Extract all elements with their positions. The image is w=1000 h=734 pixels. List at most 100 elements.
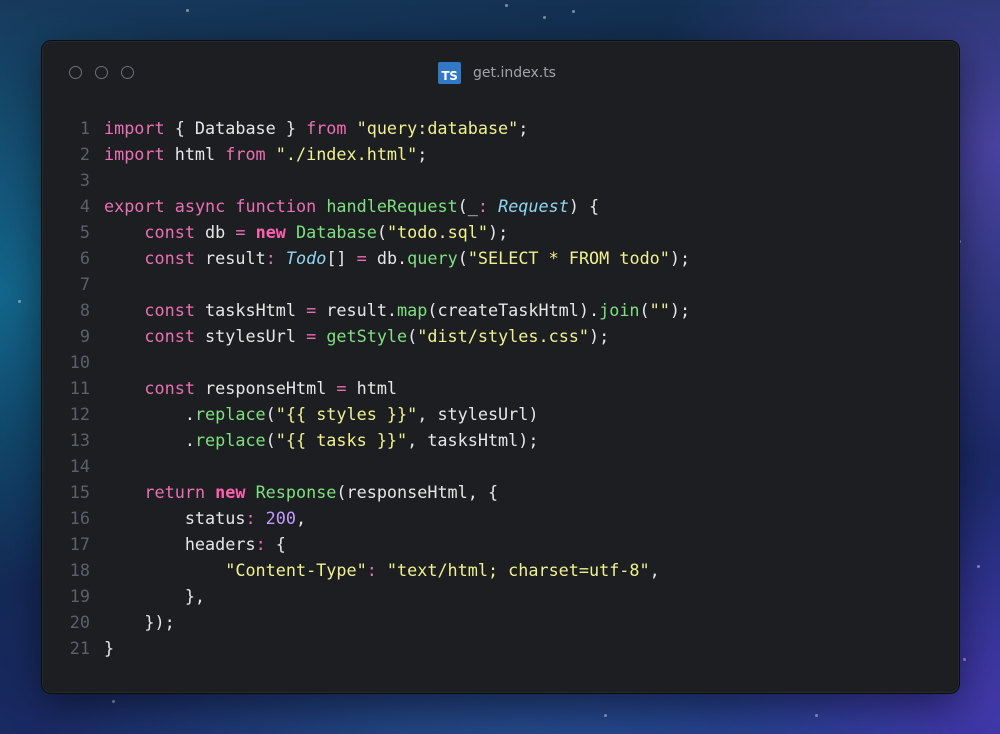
code-token: ; <box>518 118 529 138</box>
code-token: replace <box>194 430 266 450</box>
code-token: ( <box>457 248 468 268</box>
code-line: 6 const result: Todo[] = db.query("SELEC… <box>42 245 959 271</box>
background-star <box>977 565 980 568</box>
code-token: const <box>144 326 195 346</box>
code-text: const db = new Database("todo.sql"); <box>104 219 508 245</box>
code-token: result <box>194 248 266 268</box>
code-token: , <box>649 560 660 580</box>
code-token: new <box>255 222 286 242</box>
code-token: status <box>104 508 246 528</box>
code-token: ); <box>589 326 610 346</box>
file-tab[interactable]: TS get.index.ts <box>438 62 556 84</box>
code-token: "text/html; charset=utf-8" <box>386 560 650 580</box>
code-token: Response <box>255 482 337 502</box>
line-number: 7 <box>79 274 90 294</box>
code-token: map <box>397 300 428 320</box>
line-number: 20 <box>69 612 90 632</box>
code-token: const <box>144 300 195 320</box>
code-line: 11 const responseHtml = html <box>42 375 959 401</box>
code-token: (createTaskHtml). <box>427 300 600 320</box>
line-number: 19 <box>69 586 90 606</box>
code-token: , tasksHtml); <box>407 430 539 450</box>
code-token: { Database } <box>164 118 307 138</box>
code-line: 5 const db = new Database("todo.sql"); <box>42 219 959 245</box>
code-token: . <box>104 404 195 424</box>
code-token: ( <box>376 222 387 242</box>
code-line: 9 const stylesUrl = getStyle("dist/style… <box>42 323 959 349</box>
code-token: function <box>235 196 317 216</box>
maximize-window-button[interactable] <box>121 66 134 79</box>
code-line: 2 import html from "./index.html"; <box>42 141 959 167</box>
code-text: import { Database } from "query:database… <box>104 115 528 141</box>
code-token: html <box>164 144 226 164</box>
code-text: }); <box>104 609 174 635</box>
code-token: "" <box>649 300 670 320</box>
code-token: ( <box>639 300 650 320</box>
code-token: ); <box>669 248 691 268</box>
code-line: 17 headers: { <box>42 531 959 557</box>
code-text: const tasksHtml = result.map(createTaskH… <box>104 297 690 323</box>
code-token: return <box>144 482 206 502</box>
code-token: const <box>144 248 195 268</box>
line-number: 11 <box>69 378 90 398</box>
code-token: "todo.sql" <box>386 222 488 242</box>
line-number: 8 <box>79 300 90 320</box>
code-editor[interactable]: 1 import { Database } from "query:databas… <box>42 115 959 661</box>
code-token: headers <box>104 534 256 554</box>
code-token: ( <box>265 430 276 450</box>
code-token: (responseHtml, { <box>336 482 499 502</box>
file-name: get.index.ts <box>473 65 556 81</box>
code-text: } <box>104 635 114 661</box>
background-star <box>18 300 21 303</box>
code-token: Database <box>296 222 377 242</box>
code-line: 21} <box>42 635 959 661</box>
close-window-button[interactable] <box>69 66 82 79</box>
code-line: 1 import { Database } from "query:databas… <box>42 115 959 141</box>
code-token: import <box>104 144 165 164</box>
background-star <box>815 714 818 717</box>
code-token: : <box>265 248 276 268</box>
code-token: = <box>356 248 367 268</box>
window-titlebar: TS get.index.ts <box>42 41 959 105</box>
code-token: const <box>144 222 195 242</box>
code-token: "SELECT * FROM todo" <box>467 248 670 268</box>
line-number: 13 <box>69 430 90 450</box>
code-line: 18 "Content-Type": "text/html; charset=u… <box>42 557 959 583</box>
code-token: query <box>407 248 458 268</box>
code-token: ) { <box>568 196 600 216</box>
code-line: 15 return new Response(responseHtml, { <box>42 479 959 505</box>
code-token: : <box>477 196 488 216</box>
code-token: const <box>144 378 195 398</box>
code-token: tasksHtml <box>194 300 307 320</box>
code-token: db <box>194 222 236 242</box>
line-number: 17 <box>69 534 90 554</box>
line-number: 3 <box>79 170 90 190</box>
code-text: }, <box>104 583 205 609</box>
code-token: "Content-Type" <box>225 560 367 580</box>
code-token: stylesUrl <box>194 326 307 346</box>
code-token: : <box>245 508 256 528</box>
line-number: 1 <box>79 118 90 138</box>
code-token: 200 <box>265 508 296 528</box>
minimize-window-button[interactable] <box>95 66 108 79</box>
code-token: , <box>295 508 307 528</box>
code-token: Request <box>498 196 569 216</box>
code-token: responseHtml <box>194 378 337 398</box>
line-number: 6 <box>79 248 90 268</box>
code-text: .replace("{{ styles }}", stylesUrl) <box>104 401 539 427</box>
line-number: 5 <box>79 222 90 242</box>
code-token: ( <box>265 404 276 424</box>
